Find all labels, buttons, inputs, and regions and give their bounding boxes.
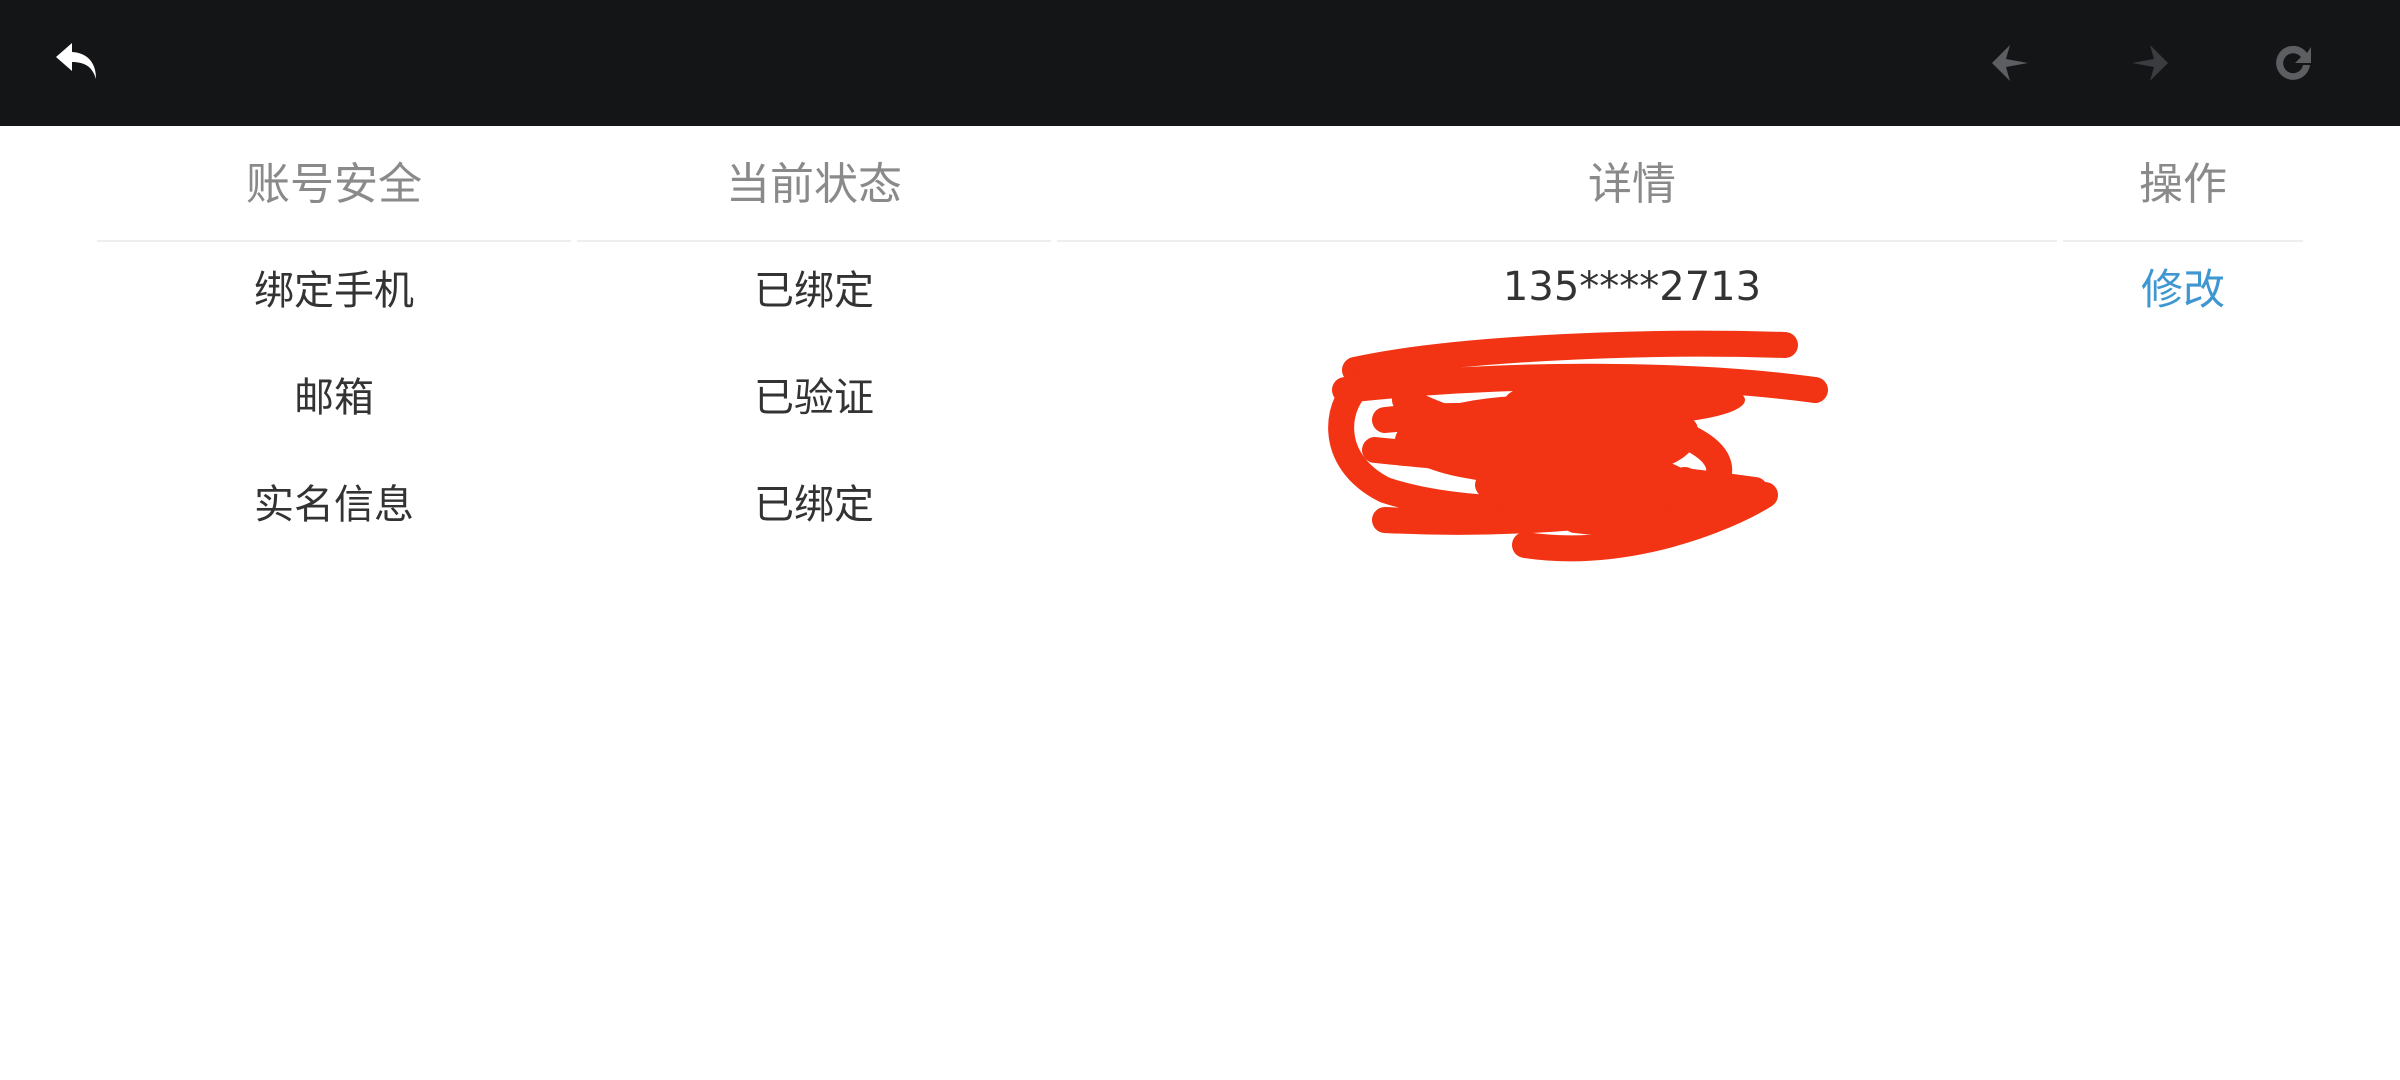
row-detail xyxy=(1057,340,2207,447)
row-detail xyxy=(1057,447,2207,554)
account-security-table: 账号安全 当前状态 详情 操作 绑定手机 已绑定 135****2713 修改 … xyxy=(97,126,2303,554)
row-status: 已验证 xyxy=(754,374,874,421)
row-item-label: 绑定手机 xyxy=(254,267,414,314)
row-item-label: 邮箱 xyxy=(294,374,374,421)
row-status: 已绑定 xyxy=(754,481,874,528)
modify-phone-link[interactable]: 修改 xyxy=(2141,256,2225,317)
top-toolbar xyxy=(0,0,2400,126)
refresh-icon[interactable] xyxy=(2263,33,2323,93)
row-detail: 135****2713 xyxy=(1502,263,1762,310)
table-row: 实名信息 已绑定 xyxy=(97,447,2303,554)
header-operation: 操作 xyxy=(2139,158,2227,210)
header-details: 详情 xyxy=(1588,158,1676,210)
row-item-label: 实名信息 xyxy=(254,481,414,528)
row-action: 修改 xyxy=(2063,233,2303,340)
previous-arrow-icon[interactable] xyxy=(1980,33,2040,93)
next-arrow-icon[interactable] xyxy=(2120,33,2180,93)
row-action xyxy=(2063,340,2303,447)
table-header: 账号安全 当前状态 详情 操作 xyxy=(97,126,2303,242)
back-arrow-icon[interactable] xyxy=(48,33,108,93)
header-account-security: 账号安全 xyxy=(246,158,422,210)
table-row: 绑定手机 已绑定 135****2713 修改 xyxy=(97,233,2303,340)
row-action xyxy=(2063,447,2303,554)
row-status: 已绑定 xyxy=(754,267,874,314)
header-current-status: 当前状态 xyxy=(726,158,902,210)
table-row: 邮箱 已验证 xyxy=(97,340,2303,447)
